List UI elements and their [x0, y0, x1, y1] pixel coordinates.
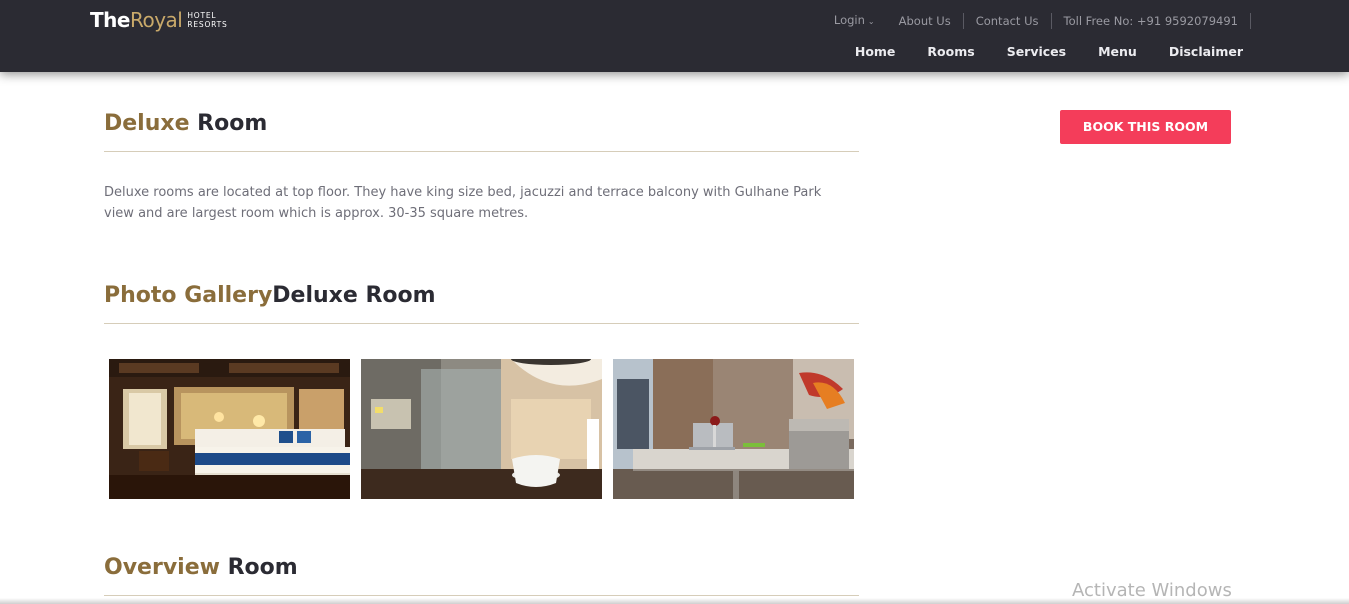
- bottom-edge: [0, 598, 1349, 604]
- room-title: Deluxe Room: [104, 111, 267, 137]
- top-utility-bar: Login ⌄ About Us Contact Us Toll Free No:…: [834, 13, 1251, 29]
- room-title-rest: Room: [189, 111, 268, 136]
- nav-menu[interactable]: Menu: [1098, 44, 1137, 59]
- gallery-title-rest: Deluxe Room: [272, 283, 436, 308]
- photo-gallery: [109, 359, 854, 499]
- main-navigation: Home Rooms Services Menu Disclaimer: [823, 44, 1243, 59]
- chevron-down-icon: ⌄: [867, 17, 875, 26]
- brand-logo[interactable]: The Royal HOTEL RESORTS: [90, 8, 228, 32]
- book-room-button[interactable]: BOOK THIS ROOM: [1060, 110, 1231, 144]
- nav-services[interactable]: Services: [1007, 44, 1066, 59]
- gallery-photo-lounge[interactable]: [613, 359, 854, 499]
- gallery-photo-bedroom[interactable]: [109, 359, 350, 499]
- room-title-accent: Deluxe: [104, 111, 190, 136]
- bathroom-image: [361, 359, 602, 499]
- site-header: The Royal HOTEL RESORTS Login ⌄ About Us …: [0, 0, 1349, 72]
- contact-link[interactable]: Contact Us: [964, 13, 1052, 29]
- divider: [104, 323, 859, 324]
- logo-royal: Royal: [129, 8, 183, 32]
- gallery-photo-bathroom[interactable]: [361, 359, 602, 499]
- room-description: Deluxe rooms are located at top floor. T…: [104, 185, 822, 221]
- divider: [104, 151, 859, 152]
- overview-title: Overview Room: [104, 555, 298, 581]
- nav-disclaimer[interactable]: Disclaimer: [1169, 44, 1243, 59]
- logo-the: The: [90, 8, 130, 32]
- gallery-title: Photo GalleryDeluxe Room: [104, 283, 436, 309]
- bedroom-image: [109, 359, 350, 499]
- logo-hotel: HOTEL: [187, 11, 217, 20]
- logo-subtitle: HOTEL RESORTS: [187, 11, 227, 29]
- login-link[interactable]: Login ⌄: [834, 12, 887, 30]
- lounge-image: [613, 359, 854, 499]
- about-link[interactable]: About Us: [887, 13, 964, 29]
- overview-title-accent: Overview: [104, 555, 220, 580]
- nav-home[interactable]: Home: [855, 44, 896, 59]
- nav-rooms[interactable]: Rooms: [927, 44, 974, 59]
- logo-resorts: RESORTS: [187, 20, 228, 29]
- tollfree-number[interactable]: Toll Free No: +91 9592079491: [1052, 13, 1251, 29]
- divider: [104, 595, 859, 596]
- overview-title-rest: Room: [219, 555, 298, 580]
- gallery-title-accent: Photo Gallery: [104, 283, 273, 308]
- login-label: Login: [833, 13, 865, 27]
